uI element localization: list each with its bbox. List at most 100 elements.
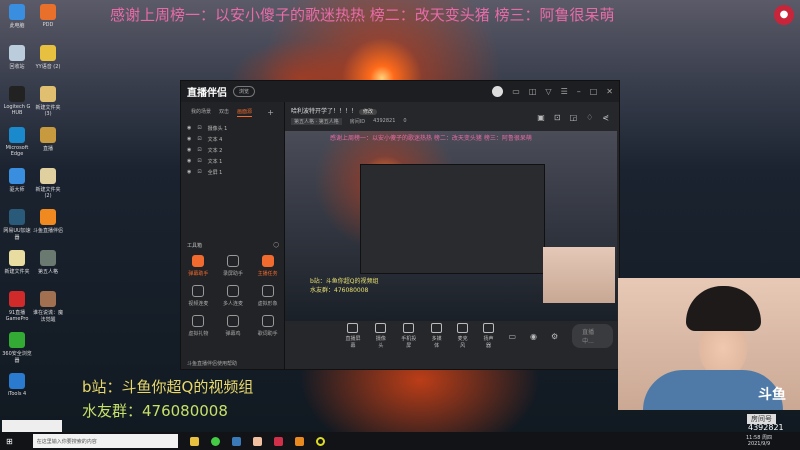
desktop-icon-label: iTools 4 — [7, 391, 27, 397]
minimize-icon[interactable]: – — [577, 87, 581, 96]
avatar[interactable] — [492, 86, 504, 97]
bell-icon[interactable]: ♢ — [586, 113, 593, 122]
lock-icon[interactable]: ⊡ — [197, 125, 201, 132]
source-button-label: 手机投屏 — [401, 336, 417, 349]
source-label: 文本 2 — [207, 148, 223, 154]
desktop-icon[interactable]: 第五人格 — [33, 250, 63, 275]
cat-app-icon[interactable] — [252, 436, 262, 446]
desktop-icon[interactable]: 回收站 — [2, 45, 32, 70]
preview-canvas[interactable]: 感谢上周榜一：以安小傻子的歌迷热热 榜二：改天变头猪 榜三：阿鲁很呆萌 b站：斗… — [285, 131, 617, 321]
help-link[interactable]: 斗鱼直播伴侣使用帮助 — [187, 360, 237, 367]
desktop-icon-label: 新建文件夹 (2) — [35, 187, 61, 199]
desktop-icon[interactable]: Logitech G HUB — [2, 86, 32, 116]
eye-icon[interactable]: ◉ — [530, 332, 537, 341]
record-icon[interactable]: ● — [774, 5, 794, 25]
desktop-icon[interactable]: 直播 — [33, 127, 63, 152]
desktop-icon[interactable]: 驱大师 — [2, 168, 32, 193]
skin-icon[interactable]: ◫ — [529, 87, 537, 96]
eye-icon[interactable]: ◉ — [187, 158, 191, 165]
source-button[interactable]: 多媒体 — [431, 323, 443, 349]
desktop-icon-glyph — [9, 45, 25, 61]
room-id-overlay: 4392821 — [748, 423, 784, 432]
preview-webcam — [543, 247, 615, 303]
source-item[interactable]: ◉ ⊡ 文本 4 — [181, 134, 284, 145]
app-icon-green[interactable] — [210, 436, 220, 446]
share-icon[interactable]: ⋞ — [602, 113, 609, 122]
filter-icon[interactable]: ▽ — [545, 87, 551, 96]
tab-double[interactable]: 双击 — [219, 108, 229, 117]
tool-item[interactable]: 虚拟礼物 — [181, 315, 216, 337]
eye-icon[interactable]: ◉ — [187, 125, 191, 132]
source-item[interactable]: ◉ ⊡ 摄像头 1 — [181, 123, 284, 134]
clock[interactable]: 11:58 周四 2021/9/9 — [746, 434, 772, 447]
source-item[interactable]: ◉ ⊡ 文本 1 — [181, 156, 284, 167]
source-button[interactable]: 直播屏幕 — [345, 323, 361, 349]
source-button[interactable]: 扬声器 — [483, 323, 495, 349]
box-icon[interactable]: ◲ — [570, 113, 578, 122]
room-id: 4392821 — [373, 118, 396, 124]
desktop-icon[interactable]: Microsoft Edge — [2, 127, 32, 157]
eye-icon[interactable]: ◉ — [187, 169, 191, 176]
tool-item[interactable]: 弹幕鸡 — [216, 315, 251, 337]
browse-button[interactable]: 浏览 — [233, 86, 256, 97]
tool-item[interactable]: 主播任务 — [250, 255, 285, 277]
desktop-icon[interactable]: 斗鱼直播伴侣 — [33, 209, 63, 234]
lock-icon[interactable]: ⊡ — [197, 169, 201, 176]
app-icon-yellow[interactable] — [315, 436, 325, 446]
desktop-icon[interactable]: 网易UU加速器 — [2, 209, 32, 241]
source-button[interactable]: 手机投屏 — [401, 323, 417, 349]
desktop-icon-label: Logitech G HUB — [3, 104, 31, 116]
tool-item[interactable]: 弹幕助手 — [181, 255, 216, 277]
desktop-icon[interactable]: iTools 4 — [2, 373, 32, 397]
desktop-icon[interactable]: YY语音 (2) — [33, 45, 63, 70]
maximize-icon[interactable]: □ — [590, 87, 598, 96]
edit-title-button[interactable]: 修改 — [358, 109, 377, 115]
start-icon[interactable]: ⊞ — [6, 437, 13, 446]
eye-icon[interactable]: ◉ — [187, 136, 191, 143]
desktop-icon[interactable]: 360安全浏览器 — [2, 332, 32, 364]
source-button-icon — [403, 323, 415, 333]
desktop-icon[interactable]: 新建文件夹 (3) — [33, 86, 63, 117]
tool-item[interactable]: 多人连麦 — [216, 285, 251, 307]
message-icon[interactable]: ▭ — [512, 87, 520, 96]
lock-icon[interactable]: ⊡ — [197, 158, 201, 165]
source-button[interactable]: 麦克风 — [457, 323, 469, 349]
taskbar-search[interactable]: 在这里输入你要搜索的内容 — [32, 434, 178, 448]
tab-sources[interactable]: 画面源 — [237, 108, 253, 117]
tool-item[interactable]: 虚拟形象 — [250, 285, 285, 307]
gift-icon[interactable]: ▣ — [537, 113, 545, 122]
tool-item[interactable]: 歌词助手 — [250, 315, 285, 337]
desktop-icon-label: 网易UU加速器 — [3, 228, 31, 241]
settings-icon[interactable]: ⚙ — [551, 332, 558, 341]
source-button[interactable]: 摄像头 — [375, 323, 387, 349]
source-item[interactable]: ◉ ⊡ 全屏 1 — [181, 167, 284, 178]
desktop-icon[interactable]: PDD — [33, 4, 63, 28]
desktop-icon[interactable]: 91直播 GamePro — [2, 291, 32, 322]
category-button[interactable]: 第五人格 · 第五人格 — [291, 118, 342, 125]
close-icon[interactable]: ✕ — [606, 87, 613, 96]
record-video-icon[interactable]: ▭ — [508, 332, 516, 341]
add-icon[interactable]: + — [267, 108, 274, 117]
app-icon-red[interactable] — [273, 436, 283, 446]
desktop-icon[interactable]: 新建文件夹 (2) — [33, 168, 63, 199]
douyu-companion-icon[interactable] — [294, 436, 304, 446]
tool-item[interactable]: 视频连麦 — [181, 285, 216, 307]
title-bar: 直播伴侣 浏览 ▭ ◫ ▽ ☰ – □ ✕ — [181, 81, 619, 102]
tool-item[interactable]: 录屏助手 — [216, 255, 251, 277]
source-item[interactable]: ◉ ⊡ 文本 2 — [181, 145, 284, 156]
eye-icon[interactable]: ◉ — [187, 147, 191, 154]
lock-icon[interactable]: ⊡ — [197, 147, 201, 154]
lock-icon[interactable]: ⊡ — [554, 113, 561, 122]
minimized-window[interactable] — [2, 420, 62, 432]
desktop-icon[interactable]: 新建文件夹 — [2, 250, 32, 275]
menu-icon[interactable]: ☰ — [561, 87, 568, 96]
lock-icon[interactable]: ⊡ — [197, 136, 201, 143]
desktop-icon-glyph — [40, 291, 56, 307]
desktop-icon[interactable]: 此电脑 — [2, 4, 32, 29]
toolbox-settings-icon[interactable]: ◯ — [273, 242, 279, 249]
desktop-icon[interactable]: 谁在说谎：魔法觉醒 — [33, 291, 63, 323]
steam-icon[interactable] — [231, 436, 241, 446]
tab-scenes[interactable]: 我的场景 — [191, 108, 211, 117]
explorer-icon[interactable] — [189, 436, 199, 446]
live-button[interactable]: 直播中... — [572, 324, 613, 348]
